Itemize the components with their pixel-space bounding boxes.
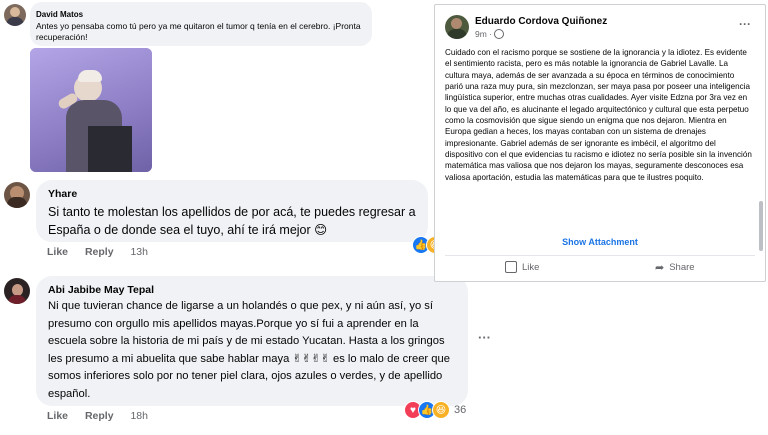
comment-text: Antes yo pensaba como tú pero ya me quit… <box>36 21 361 42</box>
post-menu-icon[interactable]: ··· <box>739 17 751 31</box>
commenter-name[interactable]: David Matos <box>36 10 83 19</box>
reply-button[interactable]: Reply <box>85 410 114 422</box>
show-attachment-link[interactable]: Show Attachment <box>435 237 765 247</box>
scrollbar[interactable] <box>759 201 763 251</box>
haha-reaction-icon: 😆 <box>432 401 450 419</box>
divider <box>445 255 755 256</box>
like-label: Like <box>522 261 540 273</box>
reaction-summary[interactable]: ♥ 👍 😆 36 <box>404 401 466 419</box>
avatar[interactable] <box>4 278 30 304</box>
share-icon: ➦ <box>655 262 665 274</box>
share-label: Share <box>669 262 695 273</box>
comment-text: Si tanto te molestan los apellidos de po… <box>48 205 416 237</box>
comment-actions: Like Reply 13h <box>47 246 162 258</box>
more-options-icon[interactable]: ··· <box>478 330 491 345</box>
comment-actions: Like Reply 18h <box>47 410 162 422</box>
thumbs-up-icon <box>505 261 517 273</box>
post-time[interactable]: 9m · <box>475 29 492 39</box>
comment-bubble: Abi Jabibe May Tepal Ni que tuvieran cha… <box>36 276 468 406</box>
like-button[interactable]: Like <box>505 261 539 273</box>
comment-text: Ni que tuvieran chance de ligarse a un h… <box>48 300 450 400</box>
commenter-name[interactable]: Yhare <box>48 188 77 200</box>
share-button[interactable]: ➦ Share <box>655 261 695 274</box>
comment-gif[interactable] <box>30 48 152 172</box>
like-button[interactable]: Like <box>47 410 68 422</box>
comment-bubble: Yhare Si tanto te molestan los apellidos… <box>36 180 428 242</box>
post-author[interactable]: Eduardo Cordova Quiñonez <box>475 16 607 27</box>
post-card: Eduardo Cordova Quiñonez 9m · ··· Cuidad… <box>434 4 766 282</box>
avatar[interactable] <box>4 182 30 208</box>
reaction-count: 36 <box>454 404 467 416</box>
post-body: Cuidado con el racismo porque se sostien… <box>445 48 752 182</box>
comment-time[interactable]: 18h <box>130 410 148 422</box>
comment-bubble: David Matos Antes yo pensaba como tú per… <box>30 2 372 46</box>
avatar[interactable] <box>445 15 469 39</box>
commenter-name[interactable]: Abi Jabibe May Tepal <box>48 284 154 296</box>
like-button[interactable]: Like <box>47 246 68 258</box>
avatar[interactable] <box>4 4 26 26</box>
comment-time[interactable]: 13h <box>130 246 148 258</box>
globe-icon <box>494 29 504 39</box>
reply-button[interactable]: Reply <box>85 246 114 258</box>
